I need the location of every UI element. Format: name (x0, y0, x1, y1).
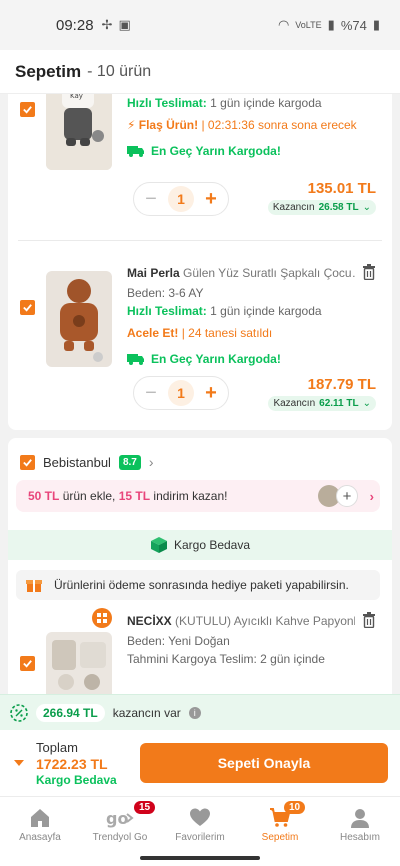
seller-promo-banner[interactable]: 50 TL ürün ekle, 15 TL indirim kazan! + … (16, 480, 380, 512)
page-title: Sepetim (15, 61, 82, 81)
nav-home[interactable]: Anasayfa (0, 797, 80, 852)
fast-delivery-text: 1 gün içinde kargoda (210, 96, 322, 110)
gift-package-info: Ürünlerini ödeme sonrasında hediye paket… (16, 570, 380, 600)
trash-icon[interactable] (362, 612, 376, 628)
quantity-stepper[interactable]: − 1 + (133, 182, 229, 216)
home-indicator[interactable] (140, 856, 260, 860)
increase-button[interactable]: + (200, 188, 222, 211)
flash-label: ⚡ Flaş Ürün! (127, 118, 199, 132)
earnings-strip[interactable]: 266.94 TL kazancın var i (0, 694, 400, 730)
divider (18, 240, 382, 241)
truck-icon (127, 354, 144, 365)
cart-content[interactable]: Kay Hızlı Teslimat: 1 gün içinde kargoda… (0, 94, 400, 694)
product-size: Beden: 3-6 AY (127, 286, 204, 300)
chevron-right-icon[interactable]: › (370, 489, 374, 504)
brand-name: NECİXX (127, 614, 172, 628)
gift-icon (26, 580, 42, 592)
delivery-estimate: Tahmini Kargoya Teslim: 2 gün içinde (127, 652, 325, 666)
nav-badge: 10 (284, 801, 306, 814)
seller-rating: 8.7 (118, 454, 141, 470)
store-icon (92, 608, 112, 628)
quantity-stepper[interactable]: − 1 + (133, 376, 229, 410)
cargo-info: En Geç Yarın Kargoda! (127, 144, 281, 158)
urgent-text: | 24 tanesi satıldı (181, 326, 273, 340)
heart-icon (190, 808, 210, 826)
image-icon: ▣ (118, 17, 131, 32)
cargo-info: En Geç Yarın Kargoda! (127, 352, 281, 366)
wifi-icon: ◠ (277, 17, 290, 32)
total-bar: Toplam 1722.23 TL Kargo Bedava Sepeti On… (0, 730, 400, 796)
quantity-value: 1 (168, 380, 194, 406)
seller-checkbox[interactable] (20, 454, 35, 470)
free-shipping-bar: Kargo Bedava (8, 530, 392, 560)
item-checkbox[interactable] (20, 102, 35, 117)
chevron-down-icon: ⌄ (362, 202, 371, 213)
home-icon (31, 808, 49, 827)
fast-delivery-text: 1 gün içinde kargoda (210, 304, 322, 318)
svg-text:Kay: Kay (70, 94, 83, 100)
nav-badge: 15 (134, 801, 156, 814)
flash-text: | 02:31:36 sonra sona erecek (201, 118, 357, 132)
nav-account[interactable]: Hesabım (320, 797, 400, 852)
page-header: Sepetim - 10 ürün (0, 50, 400, 94)
truck-icon (127, 146, 144, 157)
chevron-right-icon[interactable]: › (149, 454, 154, 470)
add-product-button[interactable]: + (336, 485, 358, 507)
item-checkbox[interactable] (20, 656, 35, 671)
seller-card-1: Kay Hızlı Teslimat: 1 gün içinde kargoda… (8, 94, 392, 430)
brand-name: Mai Perla (127, 266, 180, 280)
product-image[interactable] (46, 271, 112, 367)
total-label: Toplam (36, 739, 78, 755)
bottom-nav: Anasayfa go Trendyol Go 15 Favorilerim S… (0, 796, 400, 852)
caret-down-icon[interactable] (14, 760, 24, 766)
nav-favorites[interactable]: Favorilerim (160, 797, 240, 852)
box-icon (150, 537, 167, 553)
earn-badge[interactable]: Kazancın 62.11 TL ⌄ (268, 396, 376, 411)
product-image[interactable]: Kay (46, 94, 112, 170)
item-checkbox[interactable] (20, 300, 35, 315)
confirm-cart-button[interactable]: Sepeti Onayla (140, 743, 388, 783)
system-home-bar (0, 852, 400, 866)
item-price: 135.01 TL (307, 180, 376, 197)
item-price: 187.79 TL (307, 376, 376, 393)
status-bar: 09:28 ✢ ▣ ◠ VoLTE ▮ %74 ▮ (0, 0, 400, 50)
seller-card-2: Bebistanbul 8.7 › 50 TL ürün ekle, 15 TL… (8, 438, 392, 694)
fan-icon: ✢ (101, 17, 113, 32)
network-label: VoLTE (295, 20, 322, 30)
seller-header[interactable]: Bebistanbul 8.7 › (20, 454, 154, 470)
product-name: Gülen Yüz Suratlı Şapkalı Çocu… (183, 266, 355, 280)
quantity-value: 1 (168, 186, 194, 212)
shipping-free-label: Kargo Bedava (36, 772, 117, 787)
earn-badge[interactable]: Kazancın 26.58 TL ⌄ (267, 200, 376, 215)
user-icon (351, 808, 369, 828)
increase-button[interactable]: + (200, 382, 222, 405)
status-time: 09:28 (56, 16, 94, 34)
fast-delivery-label: Hızlı Teslimat: (127, 304, 207, 318)
product-name: (KUTULU) Ayıcıklı Kahve Papyonl… (175, 614, 355, 628)
signal-icon: ▮ (327, 17, 335, 32)
earnings-amount: 266.94 TL (36, 703, 105, 722)
product-image[interactable] (46, 632, 112, 694)
svg-text:go: go (106, 809, 128, 828)
trash-icon[interactable] (362, 264, 376, 280)
chevron-down-icon: ⌄ (362, 398, 371, 409)
nav-trendyol-go[interactable]: go Trendyol Go 15 (80, 797, 160, 852)
go-icon: go (106, 809, 134, 828)
nav-cart[interactable]: Sepetim 10 (240, 797, 320, 852)
total-amount: 1722.23 TL (36, 755, 108, 772)
fast-delivery-label: Hızlı Teslimat: (127, 96, 207, 110)
earnings-text: kazancın var (112, 705, 181, 720)
seller-name[interactable]: Bebistanbul (43, 455, 111, 470)
battery-icon: ▮ (372, 17, 380, 32)
info-icon[interactable]: i (188, 706, 201, 719)
decrease-button[interactable]: − (140, 188, 162, 211)
discount-badge-icon (10, 703, 28, 722)
urgent-label: Acele Et! (127, 326, 179, 340)
battery-percent: %74 (340, 17, 367, 33)
product-size: Beden: Yeni Doğan (127, 634, 230, 648)
decrease-button[interactable]: − (140, 382, 162, 405)
item-count: - 10 ürün (87, 62, 152, 80)
